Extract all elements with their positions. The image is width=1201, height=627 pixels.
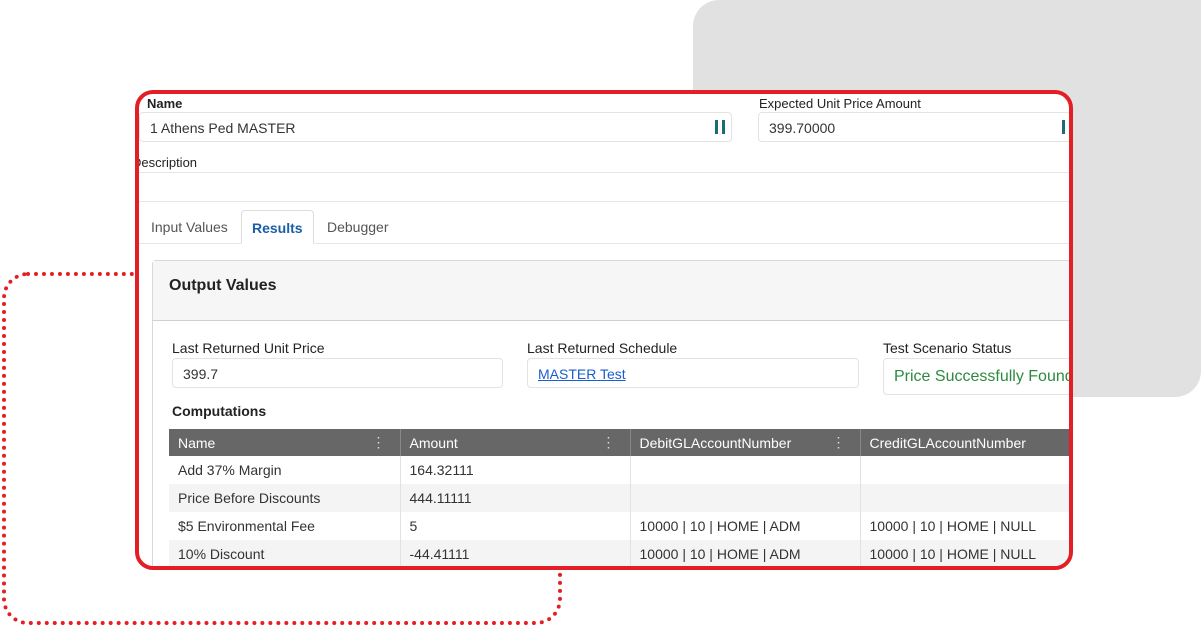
computations-title: Computations [172,403,267,419]
status-label: Test Scenario Status [883,340,1012,356]
last-price-field[interactable]: 399.7 [172,358,503,388]
tab-input-values[interactable]: Input Values [141,210,238,244]
scenario-card: Name 1 Athens Ped MASTER Expected Unit P… [135,90,1073,570]
table-row[interactable]: $5 Environmental Fee 5 10000 | 10 | HOME |… [169,512,1069,540]
variable-icon[interactable] [715,120,725,134]
column-header-credit[interactable]: CreditGLAccountNumber [860,429,1069,456]
schedule-link[interactable]: MASTER Test [538,366,626,382]
name-field[interactable]: 1 Athens Ped MASTER [139,112,732,142]
description-label: Description [135,155,198,170]
variable-icon[interactable] [1062,120,1069,134]
name-label: Name [147,96,183,111]
description-field[interactable] [139,172,1069,200]
table-row[interactable]: Price Before Discounts 444.11111 [169,484,1069,512]
name-value: 1 Athens Ped MASTER [150,120,296,136]
tab-debugger[interactable]: Debugger [317,210,399,244]
column-menu-icon[interactable]: ⋮ [602,434,616,451]
status-field: Price Successfully Found [883,358,1069,395]
column-header-debit[interactable]: DebitGLAccountNumber ⋮ [630,429,861,456]
last-schedule-field: MASTER Test [527,358,859,388]
tab-results[interactable]: Results [241,210,314,244]
expected-price-label: Expected Unit Price Amount [759,96,921,111]
column-menu-icon[interactable]: ⋮ [832,434,846,451]
table-row[interactable]: Add 37% Margin 164.32111 [169,456,1069,484]
expected-price-value: 399.70000 [769,120,836,136]
expected-price-field[interactable]: 399.70000 [758,112,1069,142]
column-header-amount[interactable]: Amount ⋮ [400,429,631,456]
column-header-name[interactable]: Name ⋮ [169,429,401,456]
column-menu-icon[interactable]: ⋮ [372,434,386,451]
computations-table: Name ⋮ Amount ⋮ DebitGLAccountNumber ⋮ Cred… [169,429,1069,566]
last-schedule-label: Last Returned Schedule [527,340,678,356]
last-price-label: Last Returned Unit Price [172,340,325,356]
table-row[interactable]: 10% Discount -44.41111 10000 | 10 | HOME |… [169,540,1069,566]
panel-title: Output Values [153,261,1069,321]
